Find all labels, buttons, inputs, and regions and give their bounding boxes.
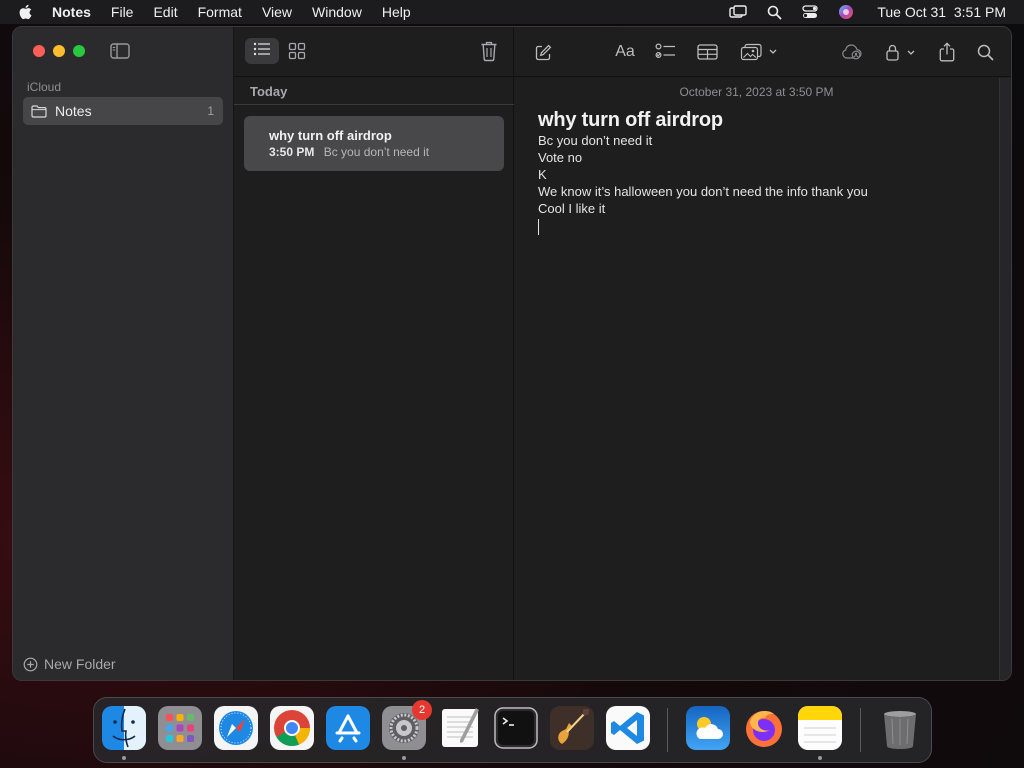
running-indicator — [818, 756, 822, 760]
notes-icon[interactable] — [798, 706, 842, 750]
menu-edit[interactable]: Edit — [153, 4, 177, 20]
sidebar-toggle-icon[interactable] — [110, 43, 130, 59]
note-list-item-meta: 3:50 PM Bc you don’t need it — [269, 145, 504, 159]
note-list-toolbar — [234, 27, 514, 77]
folders-sidebar: iCloud Notes 1 New Folder — [13, 27, 234, 680]
vscode-icon[interactable] — [606, 706, 650, 750]
folder-note-count: 1 — [207, 104, 214, 118]
siri-icon[interactable] — [837, 4, 855, 20]
notification-badge: 2 — [412, 700, 432, 720]
note-line: We know it’s halloween you don’t need th… — [538, 184, 868, 199]
menu-app-notes[interactable]: Notes — [52, 4, 91, 20]
window-controls — [33, 45, 85, 57]
dock-separator — [860, 708, 861, 752]
menu-file[interactable]: File — [111, 4, 134, 20]
gallery-view-icon[interactable] — [288, 42, 306, 60]
note-list-item[interactable]: why turn off airdrop 3:50 PM Bc you don’… — [244, 116, 504, 171]
spotlight-search-icon[interactable] — [765, 4, 783, 20]
note-body-text-area[interactable]: why turn off airdrop Bc you don’t need i… — [538, 109, 988, 235]
textedit-icon[interactable] — [438, 706, 482, 750]
note-line: Bc you don’t need it — [538, 133, 653, 148]
zoom-window-button[interactable] — [73, 45, 85, 57]
notes-window: iCloud Notes 1 New Folder Today why turn… — [12, 26, 1012, 681]
screen-mirroring-icon[interactable] — [729, 4, 748, 20]
note-line: Cool I like it — [538, 201, 606, 216]
new-folder-button[interactable]: New Folder — [23, 656, 116, 672]
note-timestamp: October 31, 2023 at 3:50 PM — [679, 85, 834, 99]
checklist-icon[interactable] — [654, 41, 676, 63]
compose-new-note-icon[interactable] — [534, 41, 552, 63]
weather-icon[interactable] — [686, 706, 730, 750]
apple-menu-icon[interactable] — [18, 4, 36, 20]
sidebar-item-notes-folder[interactable]: Notes 1 — [23, 97, 223, 125]
close-window-button[interactable] — [33, 45, 45, 57]
safari-icon[interactable] — [214, 706, 258, 750]
lock-note-icon[interactable] — [884, 41, 920, 63]
menu-view[interactable]: View — [262, 4, 292, 20]
menu-bar-extras: Tue Oct 31 3:51 PM — [729, 0, 1006, 24]
media-insert-icon[interactable] — [740, 41, 780, 63]
garageband-icon[interactable] — [550, 706, 594, 750]
dock: 2 — [93, 697, 932, 763]
collaborate-icon[interactable] — [842, 41, 864, 63]
menu-bar: Notes File Edit Format View Window Help … — [0, 0, 1024, 24]
note-line: Vote no — [538, 150, 583, 165]
account-section-label: iCloud — [27, 80, 62, 94]
plus-circle-icon — [23, 657, 38, 672]
note-list-item-preview: Bc you don’t need it — [323, 145, 430, 159]
note-title: why turn off airdrop — [538, 109, 723, 131]
table-icon[interactable] — [696, 41, 718, 63]
folder-name: Notes — [55, 103, 92, 119]
launchpad-icon[interactable] — [158, 706, 202, 750]
terminal-icon[interactable] — [494, 706, 538, 750]
app-store-icon[interactable] — [326, 706, 370, 750]
text-format-button[interactable]: Aa — [612, 41, 638, 63]
new-folder-label: New Folder — [44, 656, 116, 672]
menu-format[interactable]: Format — [198, 4, 242, 20]
list-icon — [253, 42, 271, 61]
text-caret — [538, 219, 539, 235]
minimize-window-button[interactable] — [53, 45, 65, 57]
list-view-button[interactable] — [245, 38, 279, 64]
note-list-section-today: Today — [234, 79, 514, 105]
search-icon[interactable] — [976, 41, 994, 63]
editor-scrollbar[interactable] — [999, 78, 1011, 680]
dock-separator — [667, 708, 668, 752]
running-indicator — [122, 756, 126, 760]
menu-help[interactable]: Help — [382, 4, 411, 20]
note-editor-pane: Aa October 31, 2023 at 3:50 PM why turn … — [514, 27, 1011, 680]
control-center-icon[interactable] — [801, 4, 819, 20]
firefox-icon[interactable] — [742, 706, 786, 750]
editor-toolbar: Aa — [514, 27, 1011, 77]
share-icon[interactable] — [938, 41, 956, 63]
note-list-item-time: 3:50 PM — [269, 145, 315, 159]
note-list-item-title: why turn off airdrop — [269, 128, 392, 143]
folder-icon — [31, 104, 47, 118]
menu-window[interactable]: Window — [312, 4, 362, 20]
note-line: K — [538, 167, 547, 182]
chrome-icon[interactable] — [270, 706, 314, 750]
trash-icon[interactable] — [878, 706, 922, 750]
running-indicator — [402, 756, 406, 760]
menu-bar-clock[interactable]: Tue Oct 31 3:51 PM — [877, 4, 1006, 20]
delete-note-trash-icon[interactable] — [480, 40, 498, 62]
finder-icon[interactable] — [102, 706, 146, 750]
note-list-pane: Today why turn off airdrop 3:50 PM Bc yo… — [234, 27, 514, 680]
